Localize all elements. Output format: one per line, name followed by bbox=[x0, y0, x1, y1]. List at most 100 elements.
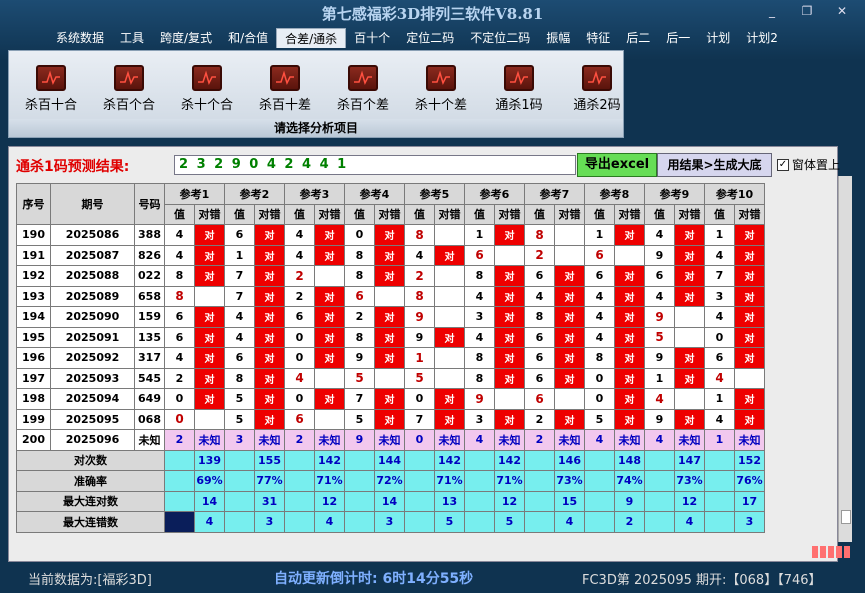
table-row[interactable]: 193 2025089 658 8 7 对 2 对 6 8 4 对 4 对 4 对 4 对 3 对 bbox=[16, 285, 765, 307]
value-cell: 8 bbox=[404, 224, 435, 246]
export-excel-button[interactable]: 导出excel bbox=[577, 153, 657, 177]
topmost-checkbox[interactable]: ✓ 窗体置上 bbox=[777, 156, 840, 173]
hit-cell: 对 bbox=[194, 326, 225, 348]
ribbon-button-2[interactable]: 杀十个合 bbox=[169, 65, 245, 113]
stats-blank bbox=[164, 511, 195, 533]
seq-cell: 196 bbox=[16, 347, 51, 369]
ribbon-button-7[interactable]: 通杀2码 bbox=[559, 65, 635, 113]
value-cell: 6 bbox=[584, 265, 615, 287]
value-cell: 8 bbox=[524, 224, 555, 246]
menu-item-13[interactable]: 计划2 bbox=[738, 28, 786, 48]
menu-item-1[interactable]: 工具 bbox=[112, 28, 152, 48]
generate-base-button[interactable]: 用结果>生成大底 bbox=[657, 153, 772, 177]
value-cell: 1 bbox=[704, 224, 735, 246]
hit-cell: 对 bbox=[674, 224, 705, 246]
menu-item-0[interactable]: 系统数据 bbox=[48, 28, 112, 48]
table-row[interactable]: 191 2025087 826 4 对 1 对 4 对 8 对 4 对 6 2 6 9 对 4 对 bbox=[16, 244, 765, 266]
forecast-value-cell: 4 bbox=[644, 429, 675, 451]
hit-cell: 对 bbox=[494, 224, 525, 246]
menu-item-10[interactable]: 后二 bbox=[618, 28, 658, 48]
table-row[interactable]: 197 2025093 545 2 对 8 对 4 5 5 8 对 6 对 0 对 1 对 4 bbox=[16, 367, 765, 389]
hit-cell: 对 bbox=[314, 244, 345, 266]
number-cell: 826 bbox=[134, 244, 165, 266]
table-row[interactable]: 192 2025088 022 8 对 7 对 2 8 对 2 8 对 6 对 6 对 6 对 7 对 bbox=[16, 265, 765, 287]
forecast-value-cell: 2 bbox=[284, 429, 315, 451]
menu-item-2[interactable]: 跨度/复式 bbox=[152, 28, 220, 48]
stats-blank bbox=[524, 490, 555, 512]
table-row[interactable]: 196 2025092 317 4 对 6 对 0 对 9 对 1 8 对 6 对 8 对 9 对 6 对 bbox=[16, 347, 765, 369]
miss-cell bbox=[554, 388, 585, 410]
value-cell: 4 bbox=[584, 285, 615, 307]
menu-item-6[interactable]: 定位二码 bbox=[398, 28, 462, 48]
ribbon-button-1[interactable]: 杀百个合 bbox=[91, 65, 167, 113]
stats-blank bbox=[464, 470, 495, 492]
value-cell: 6 bbox=[644, 265, 675, 287]
value-cell: 9 bbox=[344, 347, 375, 369]
hit-cell: 对 bbox=[374, 224, 405, 246]
stats-blank bbox=[344, 470, 375, 492]
miss-cell bbox=[674, 306, 705, 328]
hit-cell: 对 bbox=[554, 265, 585, 287]
stats-blank bbox=[164, 470, 195, 492]
checkbox-check-icon[interactable]: ✓ bbox=[777, 158, 789, 171]
hit-cell: 对 bbox=[194, 306, 225, 328]
value-cell: 6 bbox=[344, 285, 375, 307]
menu-item-5[interactable]: 百十个 bbox=[346, 28, 398, 48]
ref-header: 参考3 bbox=[284, 183, 345, 205]
table-row[interactable]: 194 2025090 159 6 对 4 对 6 对 2 对 9 3 对 8 对 4 对 9 4 对 bbox=[16, 306, 765, 328]
stats-value: 71% bbox=[314, 470, 345, 492]
value-cell: 0 bbox=[584, 367, 615, 389]
seq-cell: 193 bbox=[16, 285, 51, 307]
stats-label: 最大连错数 bbox=[16, 511, 165, 533]
stats-value: 74% bbox=[614, 470, 645, 492]
value-cell: 7 bbox=[224, 265, 255, 287]
menu-item-4[interactable]: 合差/通杀 bbox=[276, 28, 347, 48]
stats-blank bbox=[584, 449, 615, 471]
ribbon-button-3[interactable]: 杀百十差 bbox=[247, 65, 323, 113]
ribbon-button-6[interactable]: 通杀1码 bbox=[481, 65, 557, 113]
stats-blank bbox=[464, 490, 495, 512]
table-row[interactable]: 190 2025086 388 4 对 6 对 4 对 0 对 8 1 对 8 1 对 4 对 1 对 bbox=[16, 224, 765, 246]
forecast-status-cell: 未知 bbox=[314, 429, 345, 451]
close-icon[interactable]: ✕ bbox=[832, 2, 852, 20]
minimize-icon[interactable]: _ bbox=[762, 2, 782, 20]
value-cell: 4 bbox=[584, 306, 615, 328]
restore-icon[interactable]: ❐ bbox=[797, 2, 817, 20]
stats-blank bbox=[224, 490, 255, 512]
menu-item-12[interactable]: 计划 bbox=[698, 28, 738, 48]
value-cell: 4 bbox=[704, 244, 735, 266]
number-cell: 649 bbox=[134, 388, 165, 410]
menu-item-3[interactable]: 和/合值 bbox=[220, 28, 276, 48]
stats-label: 最大连对数 bbox=[16, 490, 165, 512]
menu-item-7[interactable]: 不定位二码 bbox=[462, 28, 538, 48]
ribbon-button-0[interactable]: 杀百十合 bbox=[13, 65, 89, 113]
countdown-text: 自动更新倒计时: 6时14分55秒 bbox=[274, 571, 474, 587]
vertical-scrollbar[interactable] bbox=[838, 176, 852, 542]
prediction-result-field[interactable]: 2 3 2 9 0 4 2 4 4 1 bbox=[174, 155, 576, 175]
table-row[interactable]: 198 2025094 649 0 对 5 对 0 对 7 对 0 对 9 6 0 对 4 1 对 bbox=[16, 388, 765, 410]
ribbon-button-label: 通杀1码 bbox=[495, 98, 543, 113]
value-cell: 8 bbox=[164, 285, 195, 307]
table-row[interactable]: 199 2025095 068 0 5 对 6 5 对 7 对 3 对 2 对 5 对 9 对 4 对 bbox=[16, 408, 765, 430]
menu-item-9[interactable]: 特征 bbox=[578, 28, 618, 48]
stats-blank bbox=[704, 470, 735, 492]
value-cell: 5 bbox=[224, 408, 255, 430]
stats-blank bbox=[584, 470, 615, 492]
result-subheader: 对错 bbox=[194, 203, 225, 225]
value-cell: 4 bbox=[644, 224, 675, 246]
value-cell: 8 bbox=[344, 265, 375, 287]
scrollbar-thumb[interactable] bbox=[841, 510, 851, 524]
hit-cell: 对 bbox=[734, 326, 765, 348]
table-row[interactable]: 195 2025091 135 6 对 4 对 0 对 8 对 9 对 4 对 6 对 4 对 5 0 对 bbox=[16, 326, 765, 348]
chart-icon bbox=[348, 65, 378, 91]
ribbon-button-4[interactable]: 杀百个差 bbox=[325, 65, 401, 113]
hit-cell: 对 bbox=[254, 367, 285, 389]
ribbon-button-5[interactable]: 杀十个差 bbox=[403, 65, 479, 113]
value-cell: 4 bbox=[464, 326, 495, 348]
menu-item-8[interactable]: 振幅 bbox=[538, 28, 578, 48]
menu-item-11[interactable]: 后一 bbox=[658, 28, 698, 48]
ref-header: 参考4 bbox=[344, 183, 405, 205]
hit-cell: 对 bbox=[614, 388, 645, 410]
column-header: 号码 bbox=[134, 183, 165, 225]
hit-cell: 对 bbox=[254, 347, 285, 369]
